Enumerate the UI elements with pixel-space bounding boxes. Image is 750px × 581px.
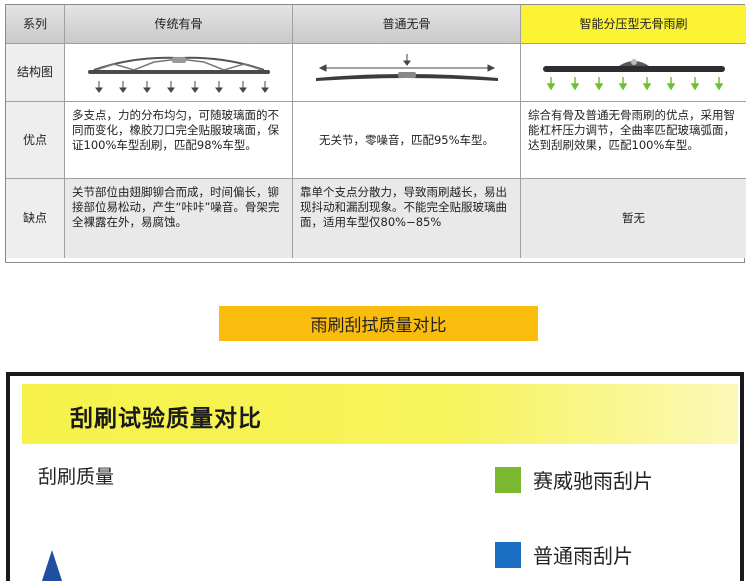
- legend-label-standard: 普通雨刮片: [533, 544, 633, 568]
- cons-traditional: 关节部位由翅脚铆合而成，时间偏长，铆接部位易松动，产生“咔咔”噪音。骨架完全裸露…: [65, 179, 293, 258]
- panel-title: 刮刷试验质量对比: [70, 406, 262, 432]
- smart-wiper-diagram: [521, 44, 746, 102]
- comparison-table: 系列 传统有骨 普通无骨 智能分压型无骨雨刷 结构图 优点 多支点，力的分布均匀…: [5, 4, 746, 263]
- test-comparison-panel: 刮刷试验质量对比 刮刷质量 赛威驰雨刮片 普通雨刮片: [6, 372, 744, 581]
- y-axis-arrow-icon: [41, 550, 63, 581]
- pros-traditional: 多支点，力的分布均匀，可随玻璃面的不同而变化，橡胶刀口完全贴服玻璃面，保证100…: [65, 102, 293, 179]
- pros-smart: 综合有骨及普通无骨雨刷的优点，采用智能杠杆压力调节，全曲率匹配玻璃弧面，达到刮刷…: [521, 102, 746, 179]
- cons-smart: 暂无: [521, 179, 746, 258]
- panel-header: 刮刷试验质量对比: [22, 384, 738, 444]
- standard-wiper-diagram: [293, 44, 521, 102]
- col-header-standard: 普通无骨: [293, 5, 521, 44]
- quality-axis-label: 刮刷质量: [38, 466, 115, 488]
- legend-item-standard: 普通雨刮片: [495, 540, 633, 569]
- row-header-cons: 缺点: [6, 179, 65, 258]
- legend-label-brand: 赛威驰雨刮片: [533, 469, 653, 493]
- section-banner: 雨刷刮拭质量对比: [219, 306, 538, 341]
- legend-item-brand: 赛威驰雨刮片: [495, 465, 653, 494]
- legend-swatch-green: [495, 466, 521, 493]
- pros-standard: 无关节，零噪音，匹配95%车型。: [293, 102, 521, 179]
- traditional-wiper-diagram: [65, 44, 293, 102]
- col-header-series: 系列: [6, 5, 65, 44]
- row-header-pros: 优点: [6, 102, 65, 179]
- legend-swatch-blue: [495, 541, 521, 568]
- col-header-smart: 智能分压型无骨雨刷: [521, 5, 746, 44]
- cons-standard: 靠单个支点分散力，导致雨刷越长，易出现抖动和漏刮现象。不能完全贴服玻璃曲面，适用…: [293, 179, 521, 258]
- page: 系列 传统有骨 普通无骨 智能分压型无骨雨刷 结构图 优点 多支点，力的分布均匀…: [0, 0, 750, 581]
- row-header-structure: 结构图: [6, 44, 65, 102]
- col-header-traditional: 传统有骨: [65, 5, 293, 44]
